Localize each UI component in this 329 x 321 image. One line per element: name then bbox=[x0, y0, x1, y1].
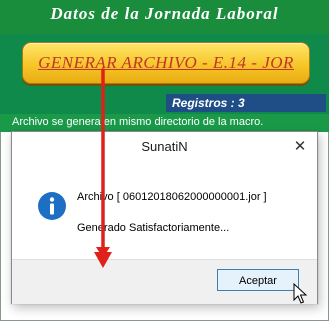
dialog-body: Archivo [ 06012018062000000001.jor ] Gen… bbox=[12, 163, 317, 259]
message-status: Generado Satisfactoriamente... bbox=[77, 222, 230, 234]
generate-file-button-label: GENERAR ARCHIVO - E.14 - JOR bbox=[38, 53, 294, 72]
message-filename: Archivo [ 06012018062000000001.jor ] bbox=[77, 191, 267, 203]
mouse-cursor-icon bbox=[293, 283, 308, 304]
generate-file-button[interactable]: GENERAR ARCHIVO - E.14 - JOR bbox=[22, 42, 310, 84]
status-text: Archivo se genera en mismo directorio de… bbox=[12, 116, 264, 128]
dialog-titlebar[interactable]: SunatiN ✕ bbox=[12, 132, 317, 163]
records-count: Registros : 3 bbox=[166, 94, 326, 112]
dialog-title: SunatiN bbox=[141, 139, 188, 154]
page-title: Datos de la Jornada Laboral bbox=[50, 4, 279, 23]
info-icon bbox=[38, 192, 66, 220]
message-dialog: SunatiN ✕ Archivo [ 06012018062000000001… bbox=[11, 131, 318, 304]
close-icon[interactable]: ✕ bbox=[289, 137, 311, 157]
ok-button[interactable]: Aceptar bbox=[217, 269, 299, 291]
dialog-footer: Aceptar bbox=[12, 259, 317, 304]
